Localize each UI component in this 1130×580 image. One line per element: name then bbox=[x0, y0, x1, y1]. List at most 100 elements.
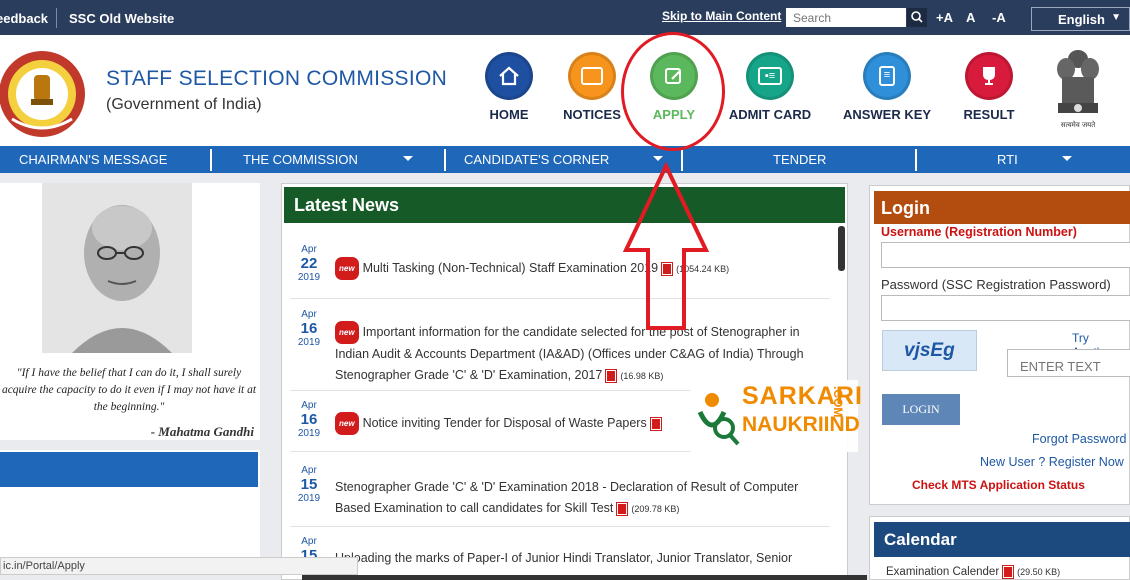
latest-news-heading: Latest News bbox=[284, 187, 845, 223]
watermark-suffix: .COM bbox=[831, 386, 845, 418]
news-title[interactable]: Uploading the marks of Paper-I of Junior… bbox=[335, 551, 792, 565]
panel-header bbox=[0, 452, 258, 487]
news-day: 15 bbox=[300, 476, 318, 493]
pdf-icon[interactable] bbox=[616, 501, 629, 516]
menu-divider bbox=[210, 149, 212, 171]
news-title[interactable]: Important information for the candidate … bbox=[335, 325, 804, 382]
news-date: Apr 16 2019 bbox=[290, 309, 328, 348]
chevron-down-icon[interactable] bbox=[1062, 156, 1072, 161]
news-month: Apr bbox=[301, 465, 317, 476]
left-panel-secondary bbox=[0, 450, 260, 560]
watermark-logo: SARKARI NAUKRIIND .COM bbox=[690, 380, 862, 452]
pdf-icon[interactable] bbox=[605, 368, 618, 383]
captcha-image: vjsEg bbox=[882, 330, 977, 371]
news-title[interactable]: Multi Tasking (Non-Technical) Staff Exam… bbox=[363, 261, 659, 275]
skip-to-main-link[interactable]: Skip to Main Content bbox=[662, 9, 781, 23]
annotation-circle bbox=[621, 32, 725, 151]
news-text[interactable]: Uploading the marks of Paper-I of Junior… bbox=[335, 548, 830, 569]
login-button[interactable]: LOGIN bbox=[882, 394, 960, 425]
news-title[interactable]: Notice inviting Tender for Disposal of W… bbox=[363, 416, 647, 430]
quote-panel: "If I have the belief that I can do it, … bbox=[0, 183, 260, 440]
main-menu: CHAIRMAN'S MESSAGE THE COMMISSION CANDID… bbox=[0, 146, 1130, 173]
username-field[interactable] bbox=[881, 242, 1130, 268]
browser-status-url: ic.in/Portal/Apply bbox=[0, 557, 358, 575]
nav-result-label: RESULT bbox=[963, 107, 1015, 122]
calendar-heading: Calendar bbox=[874, 522, 1130, 557]
news-year: 2019 bbox=[297, 272, 321, 283]
language-value: English bbox=[1058, 12, 1105, 27]
chevron-down-icon[interactable] bbox=[653, 156, 663, 161]
news-text[interactable]: Stenographer Grade 'C' & 'D' Examination… bbox=[335, 477, 830, 520]
news-text[interactable]: new Multi Tasking (Non-Technical) Staff E… bbox=[335, 257, 830, 280]
news-item[interactable]: Apr 22 2019 new Multi Tasking (Non-Techni… bbox=[290, 244, 830, 299]
news-item[interactable]: Apr 16 2019 new Important information for… bbox=[290, 309, 830, 391]
new-badge: new bbox=[335, 321, 359, 344]
old-website-link[interactable]: SSC Old Website bbox=[69, 11, 174, 26]
admit-card-icon: ▪≡ bbox=[746, 52, 794, 100]
gandhi-quote: "If I have the belief that I can do it, … bbox=[1, 367, 257, 413]
font-normal-button[interactable]: A bbox=[966, 10, 975, 25]
chevron-down-icon: ▼ bbox=[1111, 12, 1121, 23]
mts-status-link[interactable]: Check MTS Application Status bbox=[912, 478, 1085, 492]
news-title[interactable]: Stenographer Grade 'C' & 'D' Examination… bbox=[335, 480, 798, 515]
notice-icon bbox=[568, 52, 616, 100]
menu-divider bbox=[915, 149, 917, 171]
pdf-icon[interactable] bbox=[1002, 565, 1015, 579]
emblem-motto: सत्यमेव जयते bbox=[1061, 120, 1096, 129]
calendar-item-title[interactable]: Examination Calender bbox=[886, 566, 999, 578]
menu-rti[interactable]: RTI bbox=[997, 152, 1018, 167]
national-emblem: सत्यमेव जयते bbox=[1050, 45, 1106, 131]
menu-the-commission[interactable]: THE COMMISSION bbox=[243, 152, 358, 167]
org-subtitle: (Government of India) bbox=[106, 96, 262, 113]
new-badge: new bbox=[335, 412, 359, 435]
bottom-strip bbox=[302, 575, 867, 580]
file-size: (16.98 KB) bbox=[620, 371, 664, 381]
nav-result[interactable]: RESULT bbox=[929, 52, 1049, 122]
divider bbox=[56, 8, 57, 28]
register-link[interactable]: New User ? Register Now bbox=[980, 455, 1124, 469]
file-size: (29.50 KB) bbox=[1017, 567, 1061, 578]
file-size: (209.78 KB) bbox=[631, 504, 680, 514]
captcha-input[interactable] bbox=[1007, 349, 1130, 377]
nav-admit-card[interactable]: ▪≡ ADMIT CARD bbox=[710, 52, 830, 122]
menu-chairmans-message[interactable]: CHAIRMAN'S MESSAGE bbox=[19, 152, 167, 167]
pdf-icon[interactable] bbox=[649, 416, 662, 431]
site-header: STAFF SELECTION COMMISSION (Government o… bbox=[0, 35, 1130, 146]
calendar-item[interactable]: Examination Calender (29.50 KB) bbox=[886, 565, 1061, 579]
news-text[interactable]: new Important information for the candida… bbox=[335, 321, 830, 387]
ssc-logo[interactable] bbox=[0, 49, 90, 139]
news-day: 16 bbox=[300, 320, 318, 337]
news-day: 16 bbox=[300, 411, 318, 428]
login-heading: Login bbox=[874, 191, 1130, 224]
font-increase-button[interactable]: +A bbox=[936, 10, 953, 25]
news-year: 2019 bbox=[297, 337, 321, 348]
home-icon bbox=[485, 52, 533, 100]
search-input[interactable] bbox=[786, 8, 906, 27]
new-badge: new bbox=[335, 257, 359, 280]
search-icon[interactable] bbox=[907, 8, 927, 27]
person-icon bbox=[697, 393, 740, 446]
trophy-icon bbox=[965, 52, 1013, 100]
news-item[interactable]: Apr 15 Uploading the marks of Paper-I of… bbox=[290, 536, 830, 580]
font-decrease-button[interactable]: -A bbox=[992, 10, 1006, 25]
feedback-link[interactable]: eedback bbox=[0, 11, 48, 26]
news-month: Apr bbox=[301, 309, 317, 320]
news-item[interactable]: Apr 15 2019 Stenographer Grade 'C' & 'D'… bbox=[290, 465, 830, 527]
username-label: Username (Registration Number) bbox=[881, 225, 1077, 239]
password-label: Password (SSC Registration Password) bbox=[881, 277, 1111, 292]
forgot-password-link[interactable]: Forgot Password bbox=[1032, 432, 1126, 446]
chevron-down-icon[interactable] bbox=[403, 156, 413, 161]
login-panel: Login Username (Registration Number) Pas… bbox=[869, 185, 1130, 505]
news-month: Apr bbox=[301, 244, 317, 255]
news-date: Apr 22 2019 bbox=[290, 244, 328, 283]
news-date: Apr 15 2019 bbox=[290, 465, 328, 504]
language-select[interactable]: English ▼ bbox=[1031, 7, 1130, 31]
calendar-panel: Calendar Examination Calender (29.50 KB) bbox=[869, 516, 1130, 580]
password-field[interactable] bbox=[881, 295, 1130, 321]
quote-author: - Mahatma Gandhi bbox=[150, 424, 254, 439]
news-scrollbar[interactable] bbox=[838, 226, 845, 271]
menu-candidates-corner[interactable]: CANDIDATE'S CORNER bbox=[464, 152, 609, 167]
menu-tender[interactable]: TENDER bbox=[773, 152, 826, 167]
top-bar: eedback SSC Old Website Skip to Main Con… bbox=[0, 0, 1130, 35]
gandhi-portrait bbox=[42, 183, 192, 353]
